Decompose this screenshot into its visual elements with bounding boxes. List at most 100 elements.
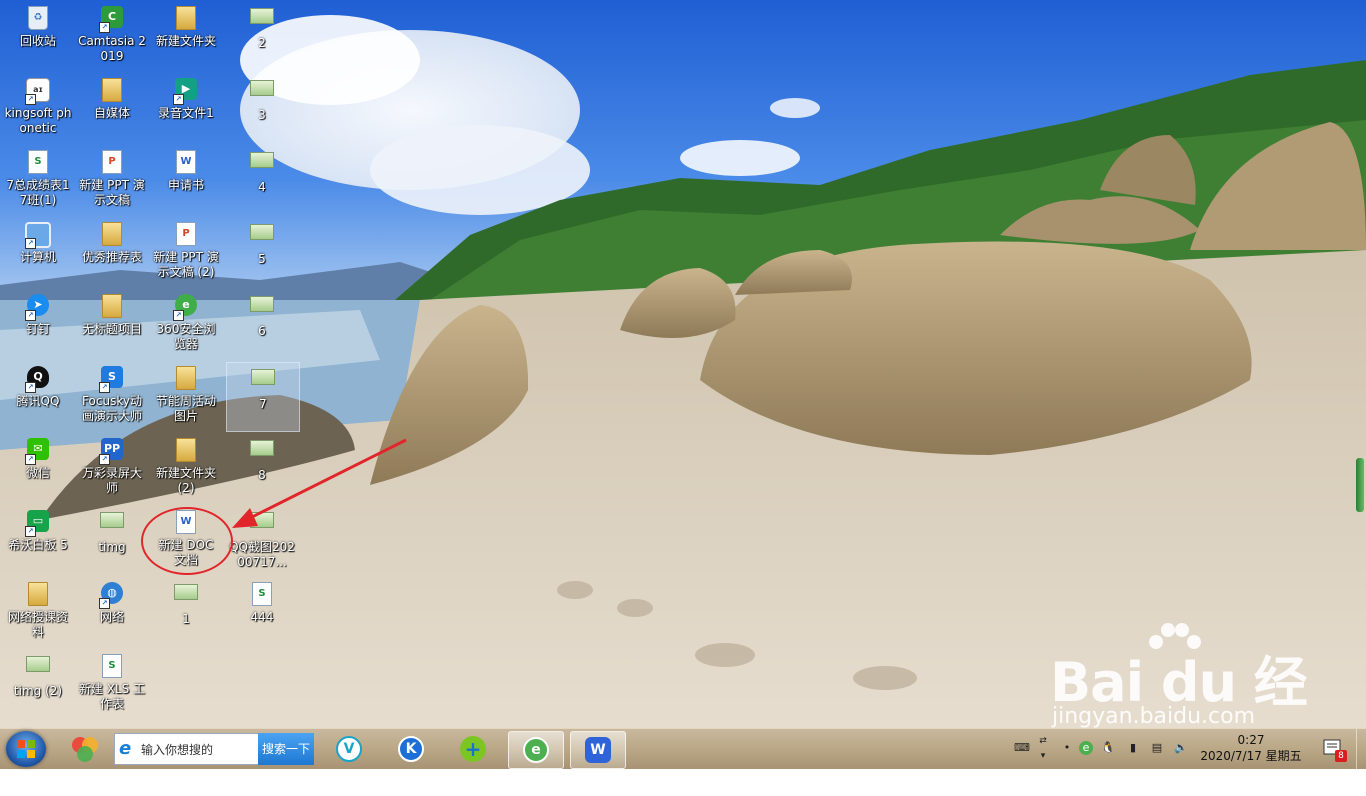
shortcut-arrow-icon: ↗ bbox=[173, 94, 184, 105]
annotation-arrow bbox=[232, 438, 407, 528]
desktop-icon-25[interactable]: PP ↗ 万彩录屏大师 bbox=[76, 434, 148, 502]
tray-expand-icon[interactable]: ⇄ bbox=[1036, 734, 1050, 748]
taskbar-app-color[interactable] bbox=[58, 731, 112, 767]
desktop-icon-23[interactable]: 7 bbox=[226, 362, 300, 432]
folder-icon bbox=[102, 294, 122, 318]
start-button[interactable] bbox=[6, 731, 46, 767]
signal-icon[interactable]: ▮ bbox=[1126, 741, 1140, 755]
desktop-icon-image bbox=[99, 78, 125, 104]
desktop-icon-18[interactable]: e ↗ 360安全浏览器 bbox=[150, 290, 222, 358]
desktop-icon-image bbox=[249, 224, 275, 250]
image-file-icon bbox=[174, 584, 198, 600]
desktop-icon-9[interactable]: P 新建 PPT 演示文稿 bbox=[76, 146, 148, 214]
desktop-icon-16[interactable]: ➤ ↗ 钉钉 bbox=[2, 290, 74, 358]
desktop-icon-6[interactable]: ▶ ↗ 录音文件1 bbox=[150, 74, 222, 142]
desktop-icon-label: 5 bbox=[258, 252, 266, 266]
taskbar-app-v[interactable]: V bbox=[322, 731, 376, 767]
desktop-icon-label: 微信 bbox=[25, 466, 50, 480]
desktop-icon-label: 4 bbox=[258, 180, 266, 194]
spreadsheet-icon: S bbox=[28, 150, 48, 174]
ppt-icon: P bbox=[102, 150, 122, 174]
desktop-icon-label: 腾讯QQ bbox=[16, 394, 60, 408]
desktop-icon-21[interactable]: S ↗ Focusky动画演示大师 bbox=[76, 362, 148, 430]
desktop-icon-label: QQ截图20200717... bbox=[229, 540, 295, 569]
taskbar-app-360-browser[interactable]: e bbox=[508, 731, 564, 769]
desktop-icon-20[interactable]: Q ↗ 腾讯QQ bbox=[2, 362, 74, 430]
k-app-icon: K bbox=[398, 736, 424, 762]
desktop-icon-label: 新建 XLS 工作表 bbox=[78, 682, 146, 711]
desktop-icon-label: 新建 PPT 演示文稿 bbox=[79, 178, 145, 207]
ie-e-icon: e bbox=[119, 738, 132, 759]
folder-icon bbox=[102, 78, 122, 102]
360-guard-icon[interactable]: e bbox=[1079, 741, 1093, 755]
desktop-icon-2[interactable]: 新建文件夹 bbox=[150, 2, 222, 70]
search-input[interactable]: e 输入你想搜的 bbox=[114, 733, 260, 765]
desktop-icon-28[interactable]: ▭ ↗ 希沃白板 5 bbox=[2, 506, 74, 574]
desktop-icon-label: 钉钉 bbox=[25, 322, 50, 336]
qq-tray-icon[interactable]: 🐧 bbox=[1101, 741, 1115, 755]
desktop-icon-26[interactable]: 新建文件夹 (2) bbox=[150, 434, 222, 502]
desktop-icon-14[interactable]: P 新建 PPT 演示文稿 (2) bbox=[150, 218, 222, 286]
desktop-icon-36[interactable]: timg (2) bbox=[2, 650, 74, 718]
taskbar-app-k[interactable]: K bbox=[384, 731, 438, 767]
desktop-icon-label: 新建 PPT 演示文稿 (2) bbox=[153, 250, 219, 279]
desktop-icon-label: 1 bbox=[182, 612, 190, 626]
shortcut-arrow-icon: ↗ bbox=[99, 598, 110, 609]
desktop-icon-10[interactable]: W 申请书 bbox=[150, 146, 222, 214]
desktop-icon-22[interactable]: 节能周活动图片 bbox=[150, 362, 222, 430]
desktop-icon-label: 2 bbox=[258, 36, 266, 50]
desktop-icon-33[interactable]: ◍ ↗ 网络 bbox=[76, 578, 148, 646]
volume-icon[interactable]: 🔈 bbox=[1174, 741, 1188, 755]
desktop-icon-label: timg bbox=[98, 540, 126, 554]
desktop-icon-label: 计算机 bbox=[19, 250, 56, 264]
image-file-icon bbox=[100, 512, 124, 528]
desktop-icon-15[interactable]: 5 bbox=[226, 218, 298, 286]
desktop-icon-11[interactable]: 4 bbox=[226, 146, 298, 214]
taskbar-app-plus[interactable]: + bbox=[446, 731, 500, 767]
tray-arrow-icon[interactable]: ▾ bbox=[1036, 749, 1050, 763]
desktop-icon-image: PP ↗ bbox=[99, 438, 125, 465]
desktop-icon-4[interactable]: aɪ ↗ kingsoft phonetic bbox=[2, 74, 74, 142]
desktop-icon-label: 7 bbox=[259, 397, 267, 411]
desktop-icon-1[interactable]: C ↗ Camtasia 2019 bbox=[76, 2, 148, 70]
clock[interactable]: 0:27 2020/7/17 星期五 bbox=[1196, 732, 1306, 764]
desktop-icon-34[interactable]: 1 bbox=[150, 578, 222, 646]
desktop-icon-35[interactable]: S 444 bbox=[226, 578, 298, 646]
desktop-icon-8[interactable]: S 7总成绩表17班(1) bbox=[2, 146, 74, 214]
image-file-icon bbox=[250, 296, 274, 312]
desktop-icon-37[interactable]: S 新建 XLS 工作表 bbox=[76, 650, 148, 718]
taskbar-app-wps[interactable]: W bbox=[570, 731, 626, 769]
shortcut-arrow-icon: ↗ bbox=[99, 382, 110, 393]
desktop-icon-3[interactable]: 2 bbox=[226, 2, 298, 70]
desktop-icon-29[interactable]: timg bbox=[76, 506, 148, 574]
desktop-icon-image: ♻ bbox=[25, 6, 51, 32]
edge-widget-handle[interactable] bbox=[1356, 458, 1364, 512]
tray-dot-icon[interactable]: • bbox=[1060, 741, 1074, 755]
desktop-icon-label: 444 bbox=[250, 610, 274, 624]
desktop-icon-19[interactable]: 6 bbox=[226, 290, 298, 358]
search-button[interactable]: 搜索一下 bbox=[258, 733, 314, 765]
desktop-icon-7[interactable]: 3 bbox=[226, 74, 298, 142]
desktop-icon-32[interactable]: 网络授课资料 bbox=[2, 578, 74, 646]
desktop-icon-0[interactable]: ♻ 回收站 bbox=[2, 2, 74, 70]
spreadsheet-icon: S bbox=[102, 654, 122, 678]
recycle-bin-icon: ♻ bbox=[28, 6, 48, 30]
360-browser-icon: e bbox=[523, 737, 549, 763]
desktop-icon-image: e ↗ bbox=[173, 294, 199, 321]
usb-icon[interactable]: ▤ bbox=[1150, 741, 1164, 755]
desktop-icon-label: 网络 bbox=[99, 610, 124, 624]
desktop-icon-image bbox=[173, 366, 199, 392]
show-desktop-button[interactable] bbox=[1356, 729, 1366, 769]
desktop-icon-13[interactable]: 优秀推荐表 bbox=[76, 218, 148, 286]
desktop-icon-image bbox=[99, 222, 125, 248]
desktop-icon-image: aɪ ↗ bbox=[25, 78, 51, 105]
desktop-icon-24[interactable]: ✉ ↗ 微信 bbox=[2, 434, 74, 502]
desktop-icon-17[interactable]: 无标题项目 bbox=[76, 290, 148, 358]
wps-icon: W bbox=[585, 737, 611, 763]
ppt-icon: P bbox=[176, 222, 196, 246]
desktop-icon-12[interactable]: ↗ 计算机 bbox=[2, 218, 74, 286]
desktop-icon-5[interactable]: 自媒体 bbox=[76, 74, 148, 142]
shortcut-arrow-icon: ↗ bbox=[25, 310, 36, 321]
keyboard-icon[interactable]: ⌨ bbox=[1014, 741, 1030, 755]
desktop-icon-image: P bbox=[99, 150, 125, 176]
